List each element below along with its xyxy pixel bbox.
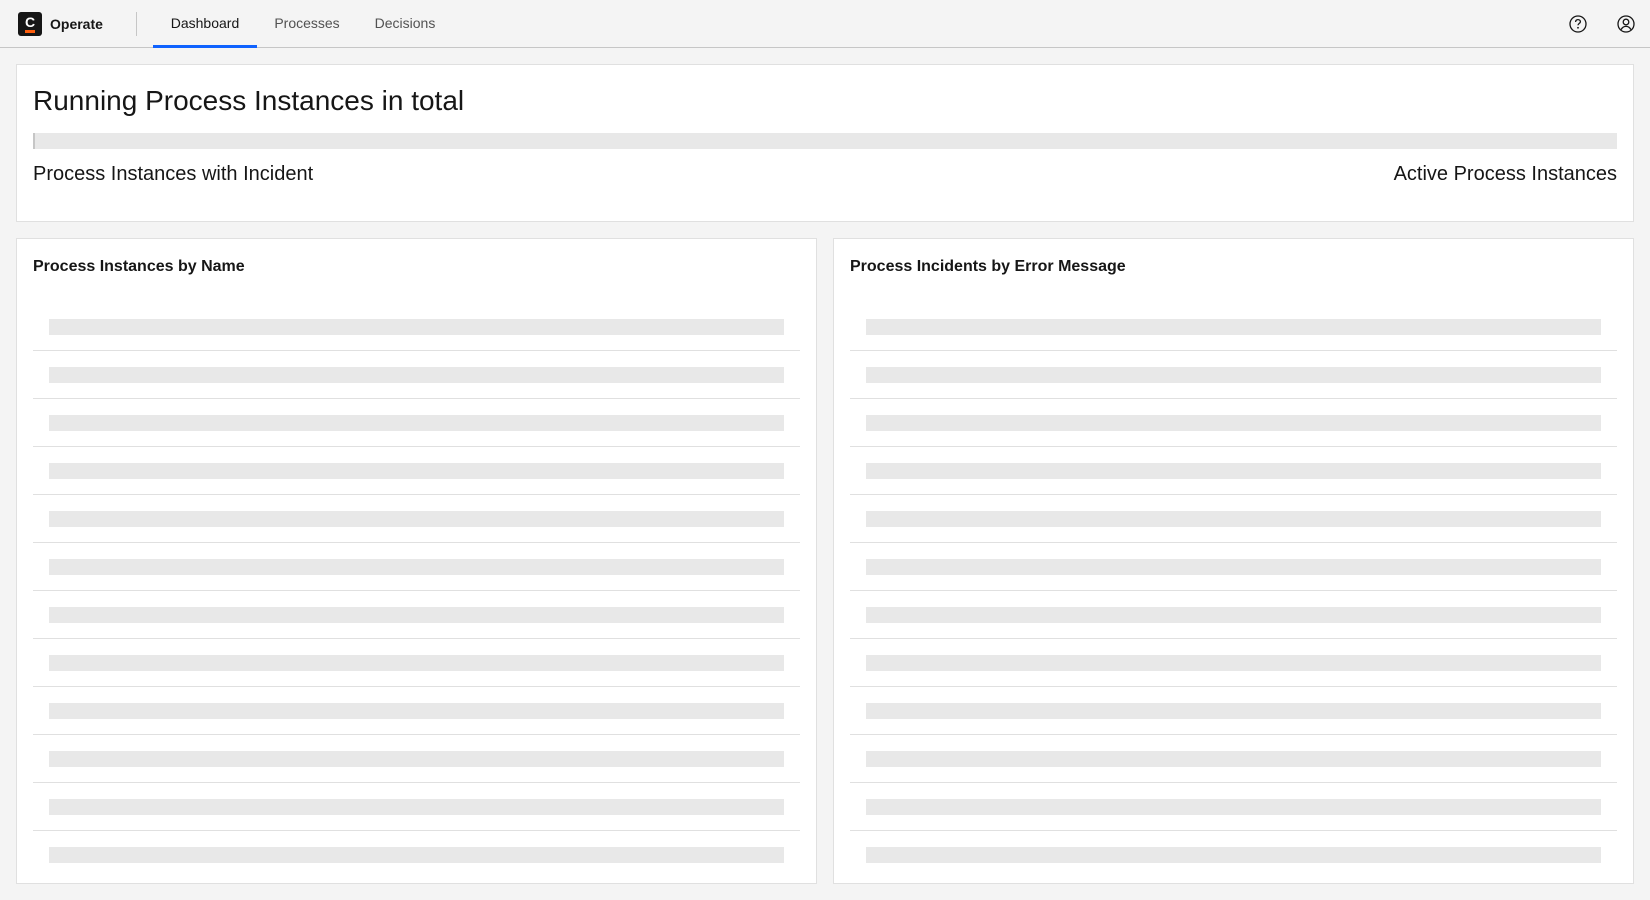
panel-title: Process Incidents by Error Message [850,258,1126,275]
user-avatar-icon[interactable] [1616,14,1636,34]
list-item [850,591,1617,639]
list-item [850,303,1617,351]
panel-title: Process Instances by Name [33,258,245,275]
active-instances-label[interactable]: Active Process Instances [1394,161,1617,187]
skeleton-placeholder [49,655,784,671]
help-icon-graphic [1569,15,1587,33]
list-item [33,351,800,399]
list-item [33,687,800,735]
skeleton-placeholder [49,703,784,719]
list-item [850,639,1617,687]
skeleton-placeholder [866,511,1601,527]
list-item [33,639,800,687]
skeleton-placeholder [866,607,1601,623]
skeleton-placeholder [49,415,784,431]
top-header: C Operate Dashboard Processes Decisions [0,0,1650,48]
list-item [850,495,1617,543]
list-item [33,399,800,447]
skeleton-placeholder [866,703,1601,719]
list-item [33,303,800,351]
tab-decisions[interactable]: Decisions [357,0,453,47]
list-item [850,783,1617,831]
user-avatar-icon-graphic [1617,15,1635,33]
skeleton-placeholder [49,463,784,479]
tab-dashboard[interactable]: Dashboard [153,0,257,48]
skeleton-placeholder [866,559,1601,575]
summary-title: Running Process Instances in total [33,85,465,116]
skeleton-placeholder [866,751,1601,767]
instances-progress-bar[interactable] [33,133,1617,149]
list-item [850,735,1617,783]
skeleton-placeholder [49,751,784,767]
tab-processes[interactable]: Processes [257,0,357,47]
header-divider [136,12,137,36]
logo-stripe [25,30,35,33]
list-item [33,735,800,783]
instances-by-name-list [33,303,800,879]
instances-by-name-panel: Process Instances by Name [16,238,817,884]
incident-fraction-fill [33,133,35,149]
skeleton-placeholder [49,607,784,623]
skeleton-placeholder [49,559,784,575]
list-item [33,783,800,831]
skeleton-placeholder [866,319,1601,335]
list-item [850,831,1617,879]
skeleton-placeholder [49,847,784,863]
skeleton-placeholder [866,463,1601,479]
list-item [850,543,1617,591]
skeleton-placeholder [866,799,1601,815]
skeleton-placeholder [866,367,1601,383]
list-item [850,687,1617,735]
list-item [850,399,1617,447]
skeleton-placeholder [866,415,1601,431]
skeleton-placeholder [49,511,784,527]
list-item [33,447,800,495]
skeleton-placeholder [49,799,784,815]
skeleton-placeholder [49,319,784,335]
list-item [33,591,800,639]
list-item [33,831,800,879]
help-icon[interactable] [1568,14,1588,34]
running-instances-summary: Running Process Instances in total Proce… [16,64,1634,222]
list-item [850,447,1617,495]
list-item [33,495,800,543]
incidents-by-error-list [850,303,1617,879]
camunda-logo-icon[interactable]: C [18,12,42,36]
incident-instances-label[interactable]: Process Instances with Incident [33,161,313,187]
skeleton-placeholder [866,847,1601,863]
skeleton-placeholder [866,655,1601,671]
list-item [850,351,1617,399]
logo-letter: C [24,14,36,30]
list-item [33,543,800,591]
incidents-by-error-panel: Process Incidents by Error Message [833,238,1634,884]
app-name[interactable]: Operate [50,15,103,33]
skeleton-placeholder [49,367,784,383]
